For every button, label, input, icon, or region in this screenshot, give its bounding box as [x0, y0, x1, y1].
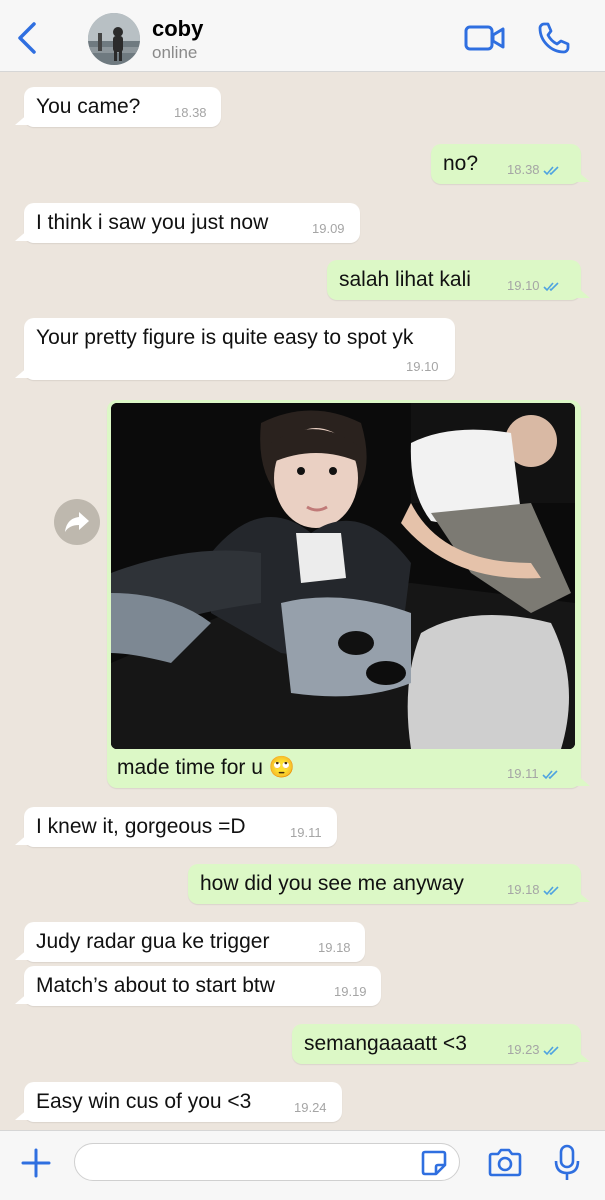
video-call-button[interactable]	[464, 22, 506, 54]
message-time: 19.23	[507, 1042, 561, 1057]
double-check-icon	[542, 886, 559, 896]
attach-button[interactable]	[18, 1145, 54, 1181]
message-time-label: 19.11	[507, 766, 539, 781]
message-incoming[interactable]: Easy win cus of you <3 19.24	[15, 1082, 342, 1122]
voice-call-button[interactable]	[536, 20, 572, 56]
message-time-label: 19.23	[507, 1042, 540, 1057]
message-outgoing[interactable]: semangaaaatt <3 19.23	[292, 1024, 590, 1064]
message-text: how did you see me anyway	[200, 872, 464, 895]
camera-button[interactable]	[486, 1147, 524, 1179]
message-text: semangaaaatt <3	[304, 1032, 467, 1055]
message-time: 19.19	[334, 984, 367, 999]
message-time-label: 18.38	[507, 162, 540, 177]
message-outgoing[interactable]: no? 18.38	[431, 144, 590, 184]
contact-status: online	[152, 43, 198, 62]
message-time: 18.38	[507, 162, 561, 177]
message-time-label: 19.10	[507, 278, 540, 293]
microphone-icon	[554, 1144, 580, 1180]
shared-photo[interactable]	[111, 403, 575, 749]
back-button[interactable]	[12, 20, 44, 56]
message-time: 19.10	[406, 359, 439, 374]
video-camera-icon	[464, 25, 505, 51]
avatar-image	[88, 13, 140, 65]
message-text: Your pretty figure is quite easy to spot…	[36, 326, 414, 349]
message-text: I knew it, gorgeous =D	[36, 815, 246, 838]
forward-arrow-icon	[65, 512, 89, 532]
message-incoming[interactable]: You came? 18.38	[15, 87, 221, 127]
message-text: Easy win cus of you <3	[36, 1090, 252, 1113]
message-incoming[interactable]: Judy radar gua ke trigger 19.18	[15, 922, 365, 962]
double-check-icon	[542, 282, 559, 292]
message-time: 19.11	[290, 825, 322, 840]
plus-icon	[21, 1148, 51, 1178]
microphone-button[interactable]	[552, 1143, 582, 1183]
phone-icon	[538, 22, 570, 54]
message-time: 19.10	[507, 278, 561, 293]
sticker-icon	[421, 1150, 447, 1176]
photo-caption: made time for u 🙄	[117, 756, 295, 779]
message-text: salah lihat kali	[339, 268, 471, 291]
double-check-icon	[542, 166, 559, 176]
message-time: 19.09	[312, 221, 345, 236]
message-time: 19.18	[507, 882, 561, 897]
contact-name[interactable]: coby	[152, 16, 203, 42]
message-text: no?	[443, 152, 479, 175]
chevron-left-icon	[18, 22, 36, 54]
composer-bar	[0, 1130, 605, 1200]
message-time: 19.24	[294, 1100, 327, 1115]
double-check-icon	[542, 1046, 559, 1056]
message-input[interactable]	[74, 1143, 460, 1181]
message-incoming[interactable]: Your pretty figure is quite easy to spot…	[15, 318, 455, 380]
message-time: 19.18	[318, 940, 351, 955]
forward-button[interactable]	[54, 499, 100, 545]
message-incoming[interactable]: I think i saw you just now 19.09	[15, 203, 360, 243]
double-check-icon	[542, 770, 558, 780]
camera-icon	[488, 1148, 522, 1177]
message-outgoing[interactable]: how did you see me anyway 19.18	[188, 864, 590, 904]
message-incoming[interactable]: I knew it, gorgeous =D 19.11	[15, 807, 337, 847]
message-text: Match’s about to start btw	[36, 974, 275, 997]
message-text: I think i saw you just now	[36, 211, 269, 234]
message-text: Judy radar gua ke trigger	[36, 930, 270, 953]
chat-header: coby online	[0, 0, 605, 72]
message-time: 19.11	[507, 766, 560, 781]
message-time: 18.38	[174, 105, 207, 120]
sticker-button[interactable]	[420, 1149, 448, 1177]
message-time-label: 19.18	[507, 882, 540, 897]
message-outgoing[interactable]: salah lihat kali 19.10	[327, 260, 590, 300]
avatar[interactable]	[88, 13, 140, 65]
photo-image	[111, 403, 575, 749]
message-text: You came?	[36, 95, 141, 118]
message-incoming[interactable]: Match’s about to start btw 19.19	[15, 966, 381, 1006]
